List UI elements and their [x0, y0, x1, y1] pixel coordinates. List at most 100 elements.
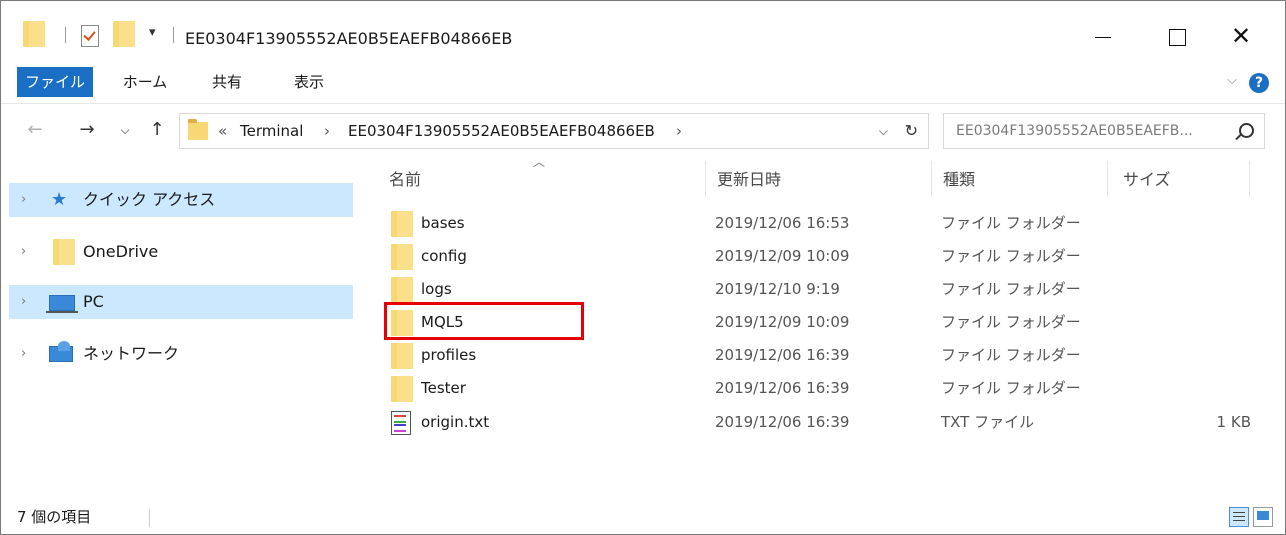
file-name: config — [421, 247, 467, 265]
file-row[interactable]: Tester 2019/12/06 16:39 ファイル フォルダー — [381, 372, 1251, 405]
breadcrumb-terminal[interactable]: Terminal — [240, 114, 303, 148]
column-header-size[interactable]: サイズ — [1123, 165, 1171, 195]
file-type: ファイル フォルダー — [941, 346, 1081, 364]
file-type: ファイル フォルダー — [941, 280, 1081, 298]
properties-icon[interactable] — [81, 25, 99, 47]
minimize-button[interactable] — [1073, 15, 1133, 57]
forward-button[interactable]: → — [75, 115, 99, 145]
column-divider[interactable] — [705, 161, 706, 197]
column-header-type[interactable]: 種類 — [943, 165, 975, 195]
file-modified: 2019/12/06 16:39 — [715, 413, 850, 431]
text-file-icon — [391, 411, 411, 435]
file-row[interactable]: origin.txt 2019/12/06 16:39 TXT ファイル 1 K… — [381, 406, 1251, 439]
maximize-icon — [1169, 29, 1186, 46]
nav-item-label: OneDrive — [83, 242, 159, 261]
close-icon: ✕ — [1230, 22, 1252, 50]
file-name: Tester — [421, 379, 466, 397]
folder-icon — [391, 277, 413, 303]
chevron-right-icon[interactable]: › — [21, 183, 26, 217]
folder-icon — [188, 119, 208, 140]
help-icon[interactable]: ? — [1249, 73, 1269, 93]
maximize-button[interactable] — [1147, 15, 1207, 57]
status-bar: 7 個の項目 — [1, 501, 1285, 534]
chevron-right-icon[interactable]: › — [21, 235, 26, 269]
refresh-icon[interactable]: ↻ — [905, 114, 918, 148]
large-icons-view-button[interactable] — [1253, 507, 1273, 527]
search-placeholder: EE0304F13905552AE0B5EAEFB... — [956, 123, 1193, 139]
file-modified: 2019/12/09 10:09 — [715, 313, 850, 331]
address-dropdown-icon[interactable]: ⌵ — [879, 114, 888, 148]
minimize-icon — [1095, 37, 1111, 38]
column-header-name[interactable]: 名前 — [389, 165, 421, 195]
navigation-bar: ← → ⌵ ↑ « Terminal › EE0304F13905552AE0B… — [1, 111, 1285, 151]
file-modified: 2019/12/06 16:53 — [715, 214, 850, 232]
ribbon: ファイル ホーム 共有 表示 ⌵ ? — [1, 63, 1285, 104]
folder-icon — [53, 239, 75, 265]
column-divider[interactable] — [1107, 161, 1108, 197]
item-count: 7 個の項目 — [17, 508, 92, 526]
folder-icon — [391, 211, 413, 237]
back-button[interactable]: ← — [23, 115, 47, 145]
breadcrumb-overflow[interactable]: « — [218, 114, 227, 148]
file-name: bases — [421, 214, 465, 232]
file-name: origin.txt — [421, 413, 490, 431]
search-box[interactable]: EE0304F13905552AE0B5EAEFB... — [943, 113, 1265, 149]
file-type: ファイル フォルダー — [941, 379, 1081, 397]
close-button[interactable]: ✕ — [1211, 15, 1271, 57]
file-row[interactable]: bases 2019/12/06 16:53 ファイル フォルダー — [381, 207, 1251, 240]
file-type: ファイル フォルダー — [941, 214, 1081, 232]
highlight-box — [384, 302, 584, 340]
sort-ascending-icon: ︿ — [533, 155, 546, 169]
tab-home[interactable]: ホーム — [109, 67, 181, 97]
window-title: EE0304F13905552AE0B5EAEFB04866EB — [185, 29, 513, 48]
network-icon — [49, 341, 73, 362]
nav-item-onedrive[interactable]: › OneDrive — [9, 235, 353, 269]
breadcrumb-separator[interactable]: › — [676, 114, 682, 148]
file-modified: 2019/12/09 10:09 — [715, 247, 850, 265]
chevron-right-icon[interactable]: › — [21, 285, 26, 319]
file-type: ファイル フォルダー — [941, 247, 1081, 265]
file-modified: 2019/12/06 16:39 — [715, 346, 850, 364]
file-size: 1 KB — [1216, 413, 1251, 431]
tab-view[interactable]: 表示 — [279, 67, 339, 97]
star-icon: ★ — [51, 189, 68, 210]
nav-item-quick-access[interactable]: › ★ クイック アクセス — [9, 183, 353, 217]
explorer-window: ▾ EE0304F13905552AE0B5EAEFB04866EB ✕ ファイ… — [0, 0, 1286, 535]
tab-share[interactable]: 共有 — [197, 67, 257, 97]
nav-item-label: ネットワーク — [83, 344, 180, 363]
file-type: ファイル フォルダー — [941, 313, 1081, 331]
toolbar-separator — [173, 27, 174, 43]
breadcrumb-current[interactable]: EE0304F13905552AE0B5EAEFB04866EB — [348, 114, 655, 148]
file-modified: 2019/12/06 16:39 — [715, 379, 850, 397]
file-name: profiles — [421, 346, 477, 364]
nav-item-label: クイック アクセス — [83, 190, 216, 209]
folder-icon — [391, 376, 413, 402]
tab-file[interactable]: ファイル — [17, 67, 93, 97]
breadcrumb-separator[interactable]: › — [324, 114, 330, 148]
column-divider[interactable] — [931, 161, 932, 197]
search-icon — [1239, 123, 1254, 138]
file-modified: 2019/12/10 9:19 — [715, 280, 840, 298]
file-row[interactable]: config 2019/12/09 10:09 ファイル フォルダー — [381, 240, 1251, 273]
nav-item-pc[interactable]: › PC — [9, 285, 353, 319]
status-divider — [149, 509, 150, 527]
expand-ribbon-icon[interactable]: ⌵ — [1227, 73, 1237, 88]
column-header-modified[interactable]: 更新日時 — [717, 165, 781, 195]
file-row[interactable]: profiles 2019/12/06 16:39 ファイル フォルダー — [381, 339, 1251, 372]
title-bar: ▾ EE0304F13905552AE0B5EAEFB04866EB ✕ — [1, 1, 1285, 57]
customize-toolbar-icon[interactable]: ▾ — [149, 25, 156, 40]
chevron-right-icon[interactable]: › — [21, 337, 26, 371]
new-folder-icon[interactable] — [113, 21, 135, 47]
pc-icon — [46, 295, 78, 313]
address-bar[interactable]: « Terminal › EE0304F13905552AE0B5EAEFB04… — [179, 113, 929, 149]
folder-icon — [23, 21, 45, 47]
up-button[interactable]: ↑ — [145, 115, 169, 145]
navigation-pane: › ★ クイック アクセス › OneDrive › PC › ネットワーク — [1, 157, 353, 497]
column-divider[interactable] — [1249, 161, 1250, 197]
recent-locations-button[interactable]: ⌵ — [115, 115, 135, 145]
nav-item-label: PC — [83, 292, 104, 311]
file-type: TXT ファイル — [941, 413, 1035, 431]
nav-item-network[interactable]: › ネットワーク — [9, 337, 353, 371]
folder-icon — [391, 343, 413, 369]
details-view-button[interactable] — [1229, 507, 1249, 527]
